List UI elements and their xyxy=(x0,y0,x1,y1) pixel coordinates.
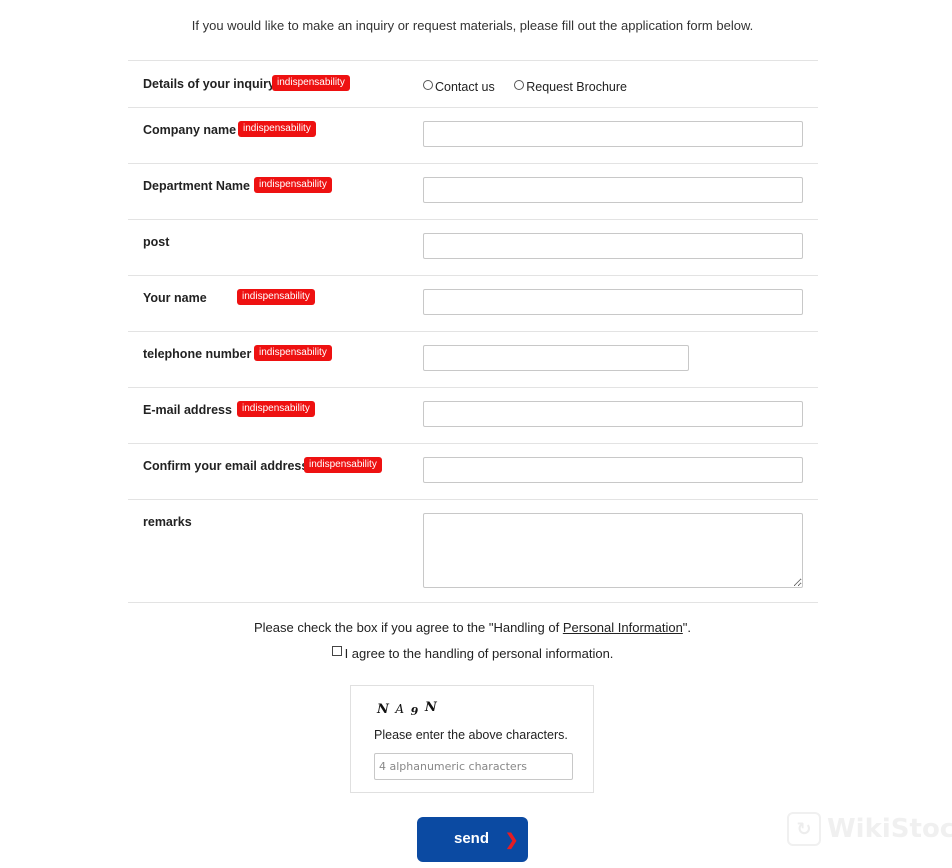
department-name-label: Department Name xyxy=(143,179,250,193)
agree-checkbox-label: I agree to the handling of personal info… xyxy=(344,646,614,661)
email-input[interactable] xyxy=(423,401,803,427)
required-badge: indispensability xyxy=(272,75,350,91)
telephone-input[interactable] xyxy=(423,345,689,371)
row-company-name: Company name indispensability xyxy=(128,108,818,164)
inquiry-type-radio-group: Contact us Request Brochure xyxy=(423,79,643,94)
captcha-image: N A 9 N xyxy=(377,700,438,718)
row-remarks: remarks xyxy=(128,500,818,603)
radio-contact-us-label: Contact us xyxy=(435,80,495,94)
agree-checkbox-row[interactable]: I agree to the handling of personal info… xyxy=(0,646,945,661)
row-post: post xyxy=(128,220,818,276)
row-email: E-mail address indispensability xyxy=(128,388,818,444)
captcha-char: N xyxy=(424,700,438,715)
required-badge: indispensability xyxy=(237,401,315,417)
radio-button-icon[interactable] xyxy=(514,80,525,90)
radio-request-brochure-label: Request Brochure xyxy=(526,80,628,94)
row-inquiry-details: Details of your inquiry indispensability… xyxy=(128,61,818,108)
confirm-email-input[interactable] xyxy=(423,457,803,483)
required-badge: indispensability xyxy=(304,457,382,473)
post-input[interactable] xyxy=(423,233,803,259)
watermark: ↻ WikiStock xyxy=(787,812,952,846)
inquiry-form: Details of your inquiry indispensability… xyxy=(128,60,818,603)
captcha-char: 9 xyxy=(410,705,420,718)
inquiry-details-label: Details of your inquiry xyxy=(143,77,275,91)
send-button-label: send xyxy=(454,830,490,847)
agree-checkbox[interactable] xyxy=(331,646,342,656)
wikistock-logo-icon: ↻ xyxy=(787,812,821,846)
company-name-input[interactable] xyxy=(423,121,803,147)
required-badge: indispensability xyxy=(238,121,316,137)
captcha-box: N A 9 N Please enter the above character… xyxy=(350,685,594,793)
personal-information-link[interactable]: Personal Information xyxy=(563,620,683,635)
department-name-input[interactable] xyxy=(423,177,803,203)
row-confirm-email: Confirm your email address indispensabil… xyxy=(128,444,818,500)
consent-suffix: ". xyxy=(682,620,692,635)
captcha-char: N xyxy=(377,702,390,717)
consent-prefix: Please check the box if you agree to the… xyxy=(253,620,563,635)
intro-text: If you would like to make an inquiry or … xyxy=(191,18,754,33)
consent-instruction: Please check the box if you agree to the… xyxy=(0,620,945,635)
required-badge: indispensability xyxy=(254,345,332,361)
required-badge: indispensability xyxy=(254,177,332,193)
chevron-right-icon: ❯ xyxy=(505,832,519,849)
company-name-label: Company name xyxy=(143,123,237,137)
captcha-instruction: Please enter the above characters. xyxy=(374,728,568,742)
captcha-char: A xyxy=(395,702,406,716)
row-department-name: Department Name indispensability xyxy=(128,164,818,220)
required-badge: indispensability xyxy=(237,289,315,305)
radio-request-brochure[interactable]: Request Brochure xyxy=(514,80,627,94)
captcha-input[interactable] xyxy=(374,753,573,780)
email-label: E-mail address xyxy=(143,403,232,417)
remarks-label: remarks xyxy=(143,515,192,529)
row-telephone: telephone number indispensability xyxy=(128,332,818,388)
your-name-label: Your name xyxy=(143,291,207,305)
watermark-text: WikiStock xyxy=(827,814,952,844)
radio-button-icon[interactable] xyxy=(423,80,433,90)
send-button[interactable]: send ❯ xyxy=(417,817,528,862)
confirm-email-label: Confirm your email address xyxy=(143,459,309,473)
telephone-label: telephone number xyxy=(143,347,252,361)
your-name-input[interactable] xyxy=(423,289,803,315)
post-label: post xyxy=(143,235,170,249)
row-your-name: Your name indispensability xyxy=(128,276,818,332)
radio-contact-us[interactable]: Contact us xyxy=(423,80,495,94)
remarks-textarea[interactable] xyxy=(423,513,803,588)
